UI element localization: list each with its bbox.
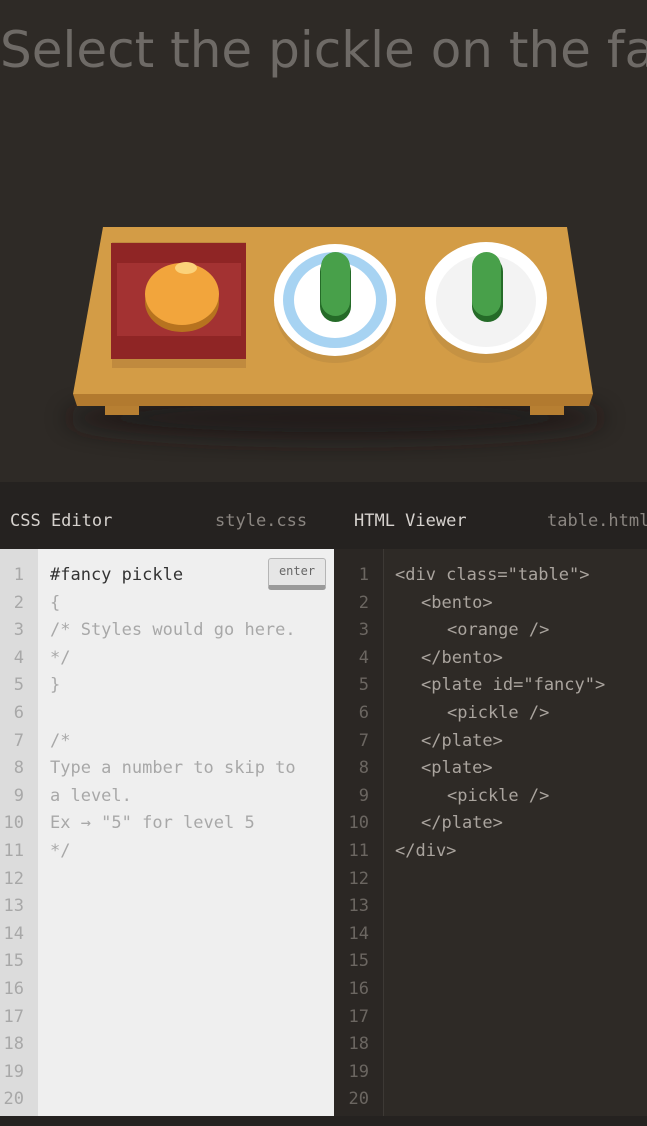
pickle[interactable] [472,252,503,322]
line-number: 19 [3,1061,24,1082]
line-number: 16 [348,979,369,999]
css-code-line: Type a number to skip to [50,758,296,779]
html-code-line: </div> [395,841,457,861]
css-editor-tab-title: CSS Editor [10,511,113,531]
html-code-line: </bento> [421,647,503,668]
line-number: 2 [13,592,24,613]
html-viewer-tab-title: HTML Viewer [354,511,467,531]
css-code-line: Ex → "5" for level 5 [50,813,255,834]
line-number: 15 [3,951,24,972]
line-number: 4 [358,647,369,668]
line-number: 5 [358,675,369,696]
line-number: 18 [3,1034,24,1055]
html-code-line: </plate> [421,813,503,834]
line-number: 7 [358,730,369,751]
html-file-name: table.html [547,511,647,531]
line-number: 11 [3,841,24,861]
css-code-line: /* [50,730,71,751]
line-number: 1 [13,565,24,585]
line-number: 3 [358,620,369,641]
line-number: 14 [348,923,369,944]
html-code-line: <bento> [421,592,493,613]
css-code-line: { [50,592,61,613]
line-number: 16 [3,979,24,999]
line-number: 19 [348,1061,369,1082]
line-number: 20 [3,1089,24,1110]
css-code-line: } [50,675,61,696]
css-file-name: style.css [215,511,308,531]
line-number: 8 [13,758,24,779]
html-code-line: <orange /> [447,620,550,641]
line-number: 10 [348,813,369,834]
orange[interactable] [145,262,219,332]
line-number: 4 [13,647,24,668]
html-code-line: <plate id="fancy"> [421,675,606,696]
divider [0,482,647,494]
line-number: 6 [358,703,369,723]
line-number: 3 [13,620,24,641]
line-number: 9 [13,785,24,806]
css-selector-input[interactable]: #fancy pickle [50,562,183,590]
line-number: 17 [348,1006,369,1027]
html-code-line: <plate> [421,758,493,779]
line-number: 1 [358,565,369,585]
line-number: 9 [358,785,369,806]
line-number: 6 [13,703,24,723]
enter-button[interactable]: enter [268,558,326,590]
line-number: 5 [13,675,24,696]
table-scene [65,227,605,440]
line-number: 13 [3,896,24,917]
line-number: 18 [348,1034,369,1055]
html-code-line: </plate> [421,730,503,751]
line-number: 12 [3,868,24,889]
css-code-line: */ [50,647,71,668]
html-code-line: <div class="table"> [395,565,590,585]
html-viewer: 1 2 3 4 5 6 7 8 9 10 11 12 13 14 15 16 17 18 19 20 <div cla… [334,549,647,1116]
css-code-line: a level. [50,785,132,806]
line-number: 12 [348,868,369,889]
html-code-line: <pickle /> [447,703,550,723]
bento[interactable] [111,242,246,368]
pickle[interactable] [320,252,351,322]
html-code-line: <pickle /> [447,785,550,806]
editor-tab-bar: CSS Editor style.css HTML Viewer table.h… [0,494,647,549]
bottom-strip [0,1116,647,1126]
line-number: 8 [358,758,369,779]
css-editor: 1 2 3 4 5 6 7 8 9 10 11 12 13 14 15 16 17 18 19 20 #fancy p… [0,549,334,1116]
line-number: 17 [3,1006,24,1027]
line-number: 2 [358,592,369,613]
plate[interactable] [425,242,547,363]
line-number: 13 [348,896,369,917]
line-number: 11 [348,841,369,861]
line-number: 10 [3,813,24,834]
game-area: Select the pickle on the fancy plate [0,0,647,482]
css-code-line: */ [50,841,71,861]
line-number: 7 [13,730,24,751]
line-number: 15 [348,951,369,972]
fancy-plate[interactable] [274,244,396,363]
line-number: 14 [3,923,24,944]
line-number: 20 [348,1089,369,1110]
css-code-line: /* Styles would go here. [50,620,296,641]
